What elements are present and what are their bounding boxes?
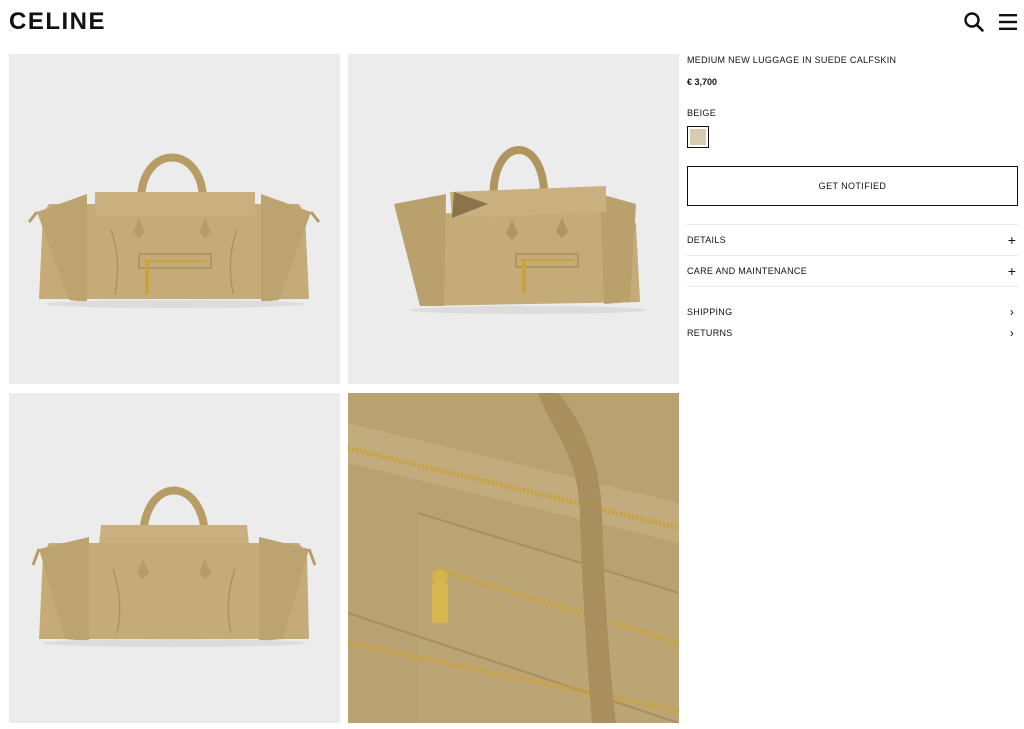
bag-side-illustration bbox=[394, 146, 646, 314]
product-image-back[interactable] bbox=[9, 393, 340, 723]
bag-front-illustration bbox=[27, 153, 321, 308]
link-label: RETURNS bbox=[687, 327, 733, 338]
accordion-details[interactable]: DETAILS + bbox=[687, 225, 1018, 256]
product-price: € 3,700 bbox=[687, 77, 718, 87]
swatch-fill bbox=[690, 129, 706, 145]
zipper-detail-illustration bbox=[348, 393, 679, 723]
link-label: SHIPPING bbox=[687, 306, 733, 317]
plus-icon: + bbox=[1007, 232, 1017, 248]
search-icon bbox=[964, 12, 984, 32]
site-header: CELINE bbox=[0, 0, 1024, 46]
product-accordion: DETAILS + CARE AND MAINTENANCE + bbox=[687, 224, 1018, 287]
product-image-detail[interactable] bbox=[348, 393, 679, 723]
link-returns[interactable]: RETURNS › bbox=[687, 322, 1018, 343]
hamburger-menu-icon bbox=[999, 14, 1017, 30]
info-links: SHIPPING › RETURNS › bbox=[687, 301, 1018, 343]
accordion-label: CARE AND MAINTENANCE bbox=[687, 266, 808, 276]
product-info-panel: MEDIUM NEW LUGGAGE IN SUEDE CALFSKIN € 3… bbox=[687, 52, 1018, 343]
chevron-right-icon: › bbox=[1009, 325, 1015, 340]
brand-logo[interactable]: CELINE bbox=[9, 8, 106, 36]
color-name: BEIGE bbox=[687, 108, 717, 118]
search-button[interactable] bbox=[962, 10, 986, 34]
chevron-right-icon: › bbox=[1009, 304, 1015, 319]
plus-icon: + bbox=[1007, 263, 1017, 279]
menu-button[interactable] bbox=[996, 10, 1020, 34]
product-gallery bbox=[9, 54, 679, 724]
product-image-front[interactable] bbox=[9, 54, 340, 384]
bag-back-illustration bbox=[31, 486, 317, 647]
get-notified-button[interactable]: GET NOTIFIED bbox=[687, 166, 1018, 206]
product-name: MEDIUM NEW LUGGAGE IN SUEDE CALFSKIN bbox=[687, 55, 897, 65]
link-shipping[interactable]: SHIPPING › bbox=[687, 301, 1018, 322]
product-image-side[interactable] bbox=[348, 54, 679, 384]
color-swatch-beige[interactable] bbox=[687, 126, 709, 148]
accordion-label: DETAILS bbox=[687, 235, 726, 245]
accordion-care[interactable]: CARE AND MAINTENANCE + bbox=[687, 256, 1018, 287]
